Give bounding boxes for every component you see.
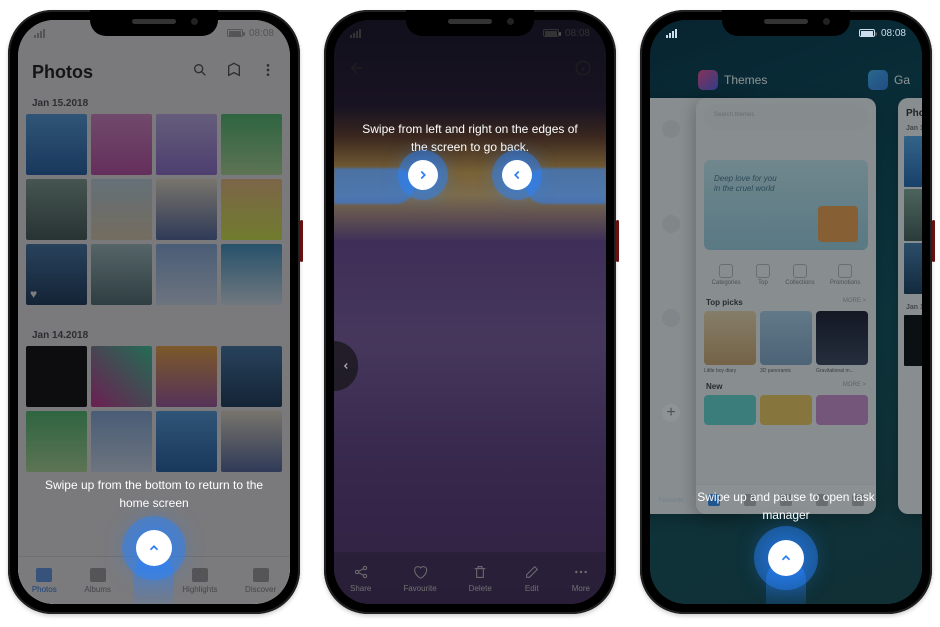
gallery-app-icon <box>868 70 888 90</box>
tab-albums[interactable]: Albums <box>84 568 111 594</box>
signal-icon <box>666 29 677 38</box>
cat-categories[interactable]: Categories <box>712 264 741 286</box>
instruction-text: Swipe from left and right on the edges o… <box>334 120 606 156</box>
power-button[interactable] <box>616 220 619 262</box>
cat-top[interactable]: Top <box>756 264 770 286</box>
more-link[interactable]: MORE > <box>843 298 866 307</box>
phone-gesture-home: Photos Jan 15.2018 ♥ Jan 14.2018 <box>8 10 300 614</box>
power-button[interactable] <box>300 220 303 262</box>
themes-hero[interactable]: Deep love for youin the cruel world <box>704 160 868 250</box>
power-button[interactable] <box>932 220 935 262</box>
photos-app: Photos Jan 15.2018 ♥ Jan 14.2018 <box>18 20 290 604</box>
notch <box>406 10 534 36</box>
signal-icon <box>350 29 361 38</box>
themes-app-icon <box>698 70 718 90</box>
themes-search[interactable]: Search themes <box>704 104 868 130</box>
status-time: 08:08 <box>249 28 274 39</box>
date-header-1: Jan 15.2018 <box>32 98 88 109</box>
phone-gesture-recents: Themes Ga + Favourite Search themes Deep… <box>640 10 932 614</box>
swipe-right-indicator <box>408 160 438 190</box>
favourite-button[interactable]: Favourite <box>403 564 436 593</box>
task-card-themes[interactable]: Search themes Deep love for youin the cr… <box>696 98 876 514</box>
signal-icon <box>34 29 45 38</box>
photos-header: Photos <box>18 50 290 94</box>
section-new: NewMORE > <box>696 376 876 393</box>
share-button[interactable]: Share <box>350 564 371 593</box>
viewer-top-bar <box>334 52 606 88</box>
map-icon[interactable] <box>226 62 242 83</box>
photo-viewer[interactable] <box>334 20 606 604</box>
photo-grid-1[interactable]: ♥ <box>26 114 282 305</box>
themes-categories: Categories Top Collections Promotions <box>696 258 876 292</box>
tab-highlights[interactable]: Highlights <box>182 568 217 594</box>
swipe-trail-right <box>526 168 606 204</box>
battery-icon <box>227 29 243 37</box>
instruction-text: Swipe up from the bottom to return to th… <box>18 476 290 512</box>
instruction-text: Swipe up and pause to open task manager <box>650 488 922 524</box>
screen: Themes Ga + Favourite Search themes Deep… <box>650 20 922 604</box>
info-icon[interactable] <box>574 59 592 82</box>
battery-icon <box>859 29 875 37</box>
viewer-actions: Share Favourite Delete Edit More <box>334 552 606 604</box>
favourites-dock: + Favourite <box>662 120 680 504</box>
tab-photos[interactable]: Photos <box>32 568 57 594</box>
more-button[interactable]: More <box>572 564 590 593</box>
photos-mini-date: Jan 14.2018 <box>898 302 922 313</box>
dock-slot[interactable] <box>662 120 680 138</box>
status-time: 08:08 <box>565 28 590 39</box>
swipe-trail-left <box>334 168 414 204</box>
top-picks-row[interactable]: Little boy diary 3D panoramic Gravitatio… <box>696 309 876 376</box>
dock-slot[interactable] <box>662 215 680 233</box>
screen: Photos Jan 15.2018 ♥ Jan 14.2018 <box>18 20 290 604</box>
edit-button[interactable]: Edit <box>524 564 540 593</box>
section-top-picks: Top picksMORE > <box>696 292 876 309</box>
notch <box>722 10 850 36</box>
favourite-icon: ♥ <box>30 287 37 301</box>
swipe-left-indicator <box>502 160 532 190</box>
notch <box>90 10 218 36</box>
dock-slot[interactable] <box>662 309 680 327</box>
dock-add-icon[interactable]: + <box>662 404 680 422</box>
cat-promotions[interactable]: Promotions <box>830 264 860 286</box>
delete-button[interactable]: Delete <box>469 564 492 593</box>
more-link[interactable]: MORE > <box>843 382 866 391</box>
swipe-up-indicator <box>136 530 172 566</box>
photo-grid-2[interactable] <box>26 346 282 472</box>
new-row[interactable] <box>696 393 876 460</box>
more-icon[interactable] <box>260 62 276 83</box>
search-icon[interactable] <box>192 62 208 83</box>
task-label-themes: Themes <box>698 70 767 90</box>
screen: Share Favourite Delete Edit More 08:08 S… <box>334 20 606 604</box>
photos-mini-title: Photos <box>898 98 922 123</box>
task-card-photos[interactable]: Photos Jan 15.2018 Jan 14.2018 <box>898 98 922 514</box>
battery-icon <box>543 29 559 37</box>
back-icon[interactable] <box>348 59 366 82</box>
tab-discover[interactable]: Discover <box>245 568 276 594</box>
phone-gesture-back: Share Favourite Delete Edit More 08:08 S… <box>324 10 616 614</box>
task-label-gallery: Ga <box>868 70 910 90</box>
cat-collections[interactable]: Collections <box>785 264 814 286</box>
swipe-up-pause-indicator <box>768 540 804 576</box>
photos-mini-date: Jan 15.2018 <box>898 123 922 134</box>
photos-title: Photos <box>32 62 93 83</box>
status-time: 08:08 <box>881 28 906 39</box>
date-header-2: Jan 14.2018 <box>32 330 88 341</box>
